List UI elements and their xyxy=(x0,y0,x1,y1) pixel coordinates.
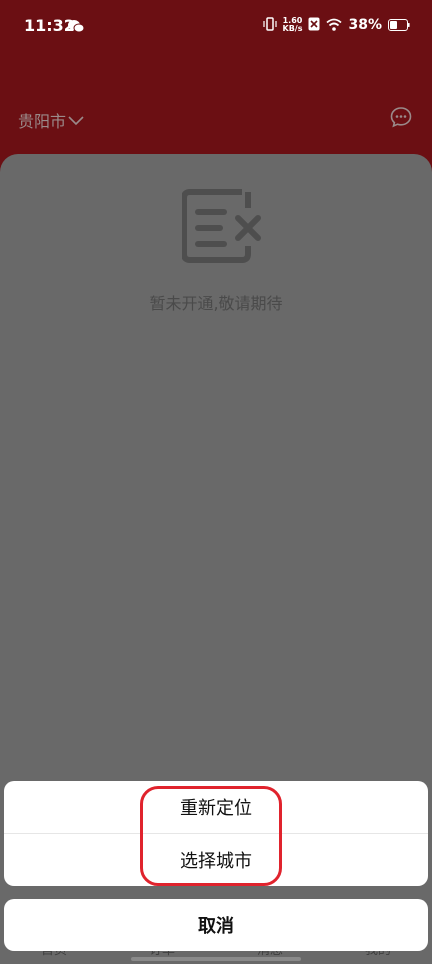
battery-percent: 38% xyxy=(348,17,382,33)
battery-icon xyxy=(388,16,410,35)
net-speed: 1.60 KB/s xyxy=(283,17,303,33)
city-label: 贵阳市 xyxy=(18,112,67,131)
relocate-button[interactable]: 重新定位 xyxy=(4,781,428,833)
status-icons: 1.60 KB/s 38% xyxy=(262,14,411,36)
empty-state-icon xyxy=(181,186,264,270)
wifi-icon xyxy=(326,16,343,35)
action-sheet: 重新定位 选择城市 xyxy=(4,781,428,886)
sim-off-icon xyxy=(308,16,320,35)
chat-bubble-icon xyxy=(390,107,412,132)
vibrate-icon xyxy=(262,16,277,35)
home-indicator[interactable] xyxy=(131,957,301,961)
status-bar: 11:32 1.60 KB/s 38% xyxy=(0,0,432,52)
choose-city-button[interactable]: 选择城市 xyxy=(4,834,428,886)
net-speed-unit: KB/s xyxy=(282,24,303,33)
app-header: 贵阳市 xyxy=(0,52,432,162)
city-selector[interactable]: 贵阳市 xyxy=(18,108,84,132)
wechat-notification-icon xyxy=(68,18,85,37)
message-button[interactable] xyxy=(390,106,412,132)
cancel-button[interactable]: 取消 xyxy=(4,899,428,951)
empty-state-message: 暂未开通,敬请期待 xyxy=(149,294,283,313)
chevron-down-icon xyxy=(68,111,84,130)
